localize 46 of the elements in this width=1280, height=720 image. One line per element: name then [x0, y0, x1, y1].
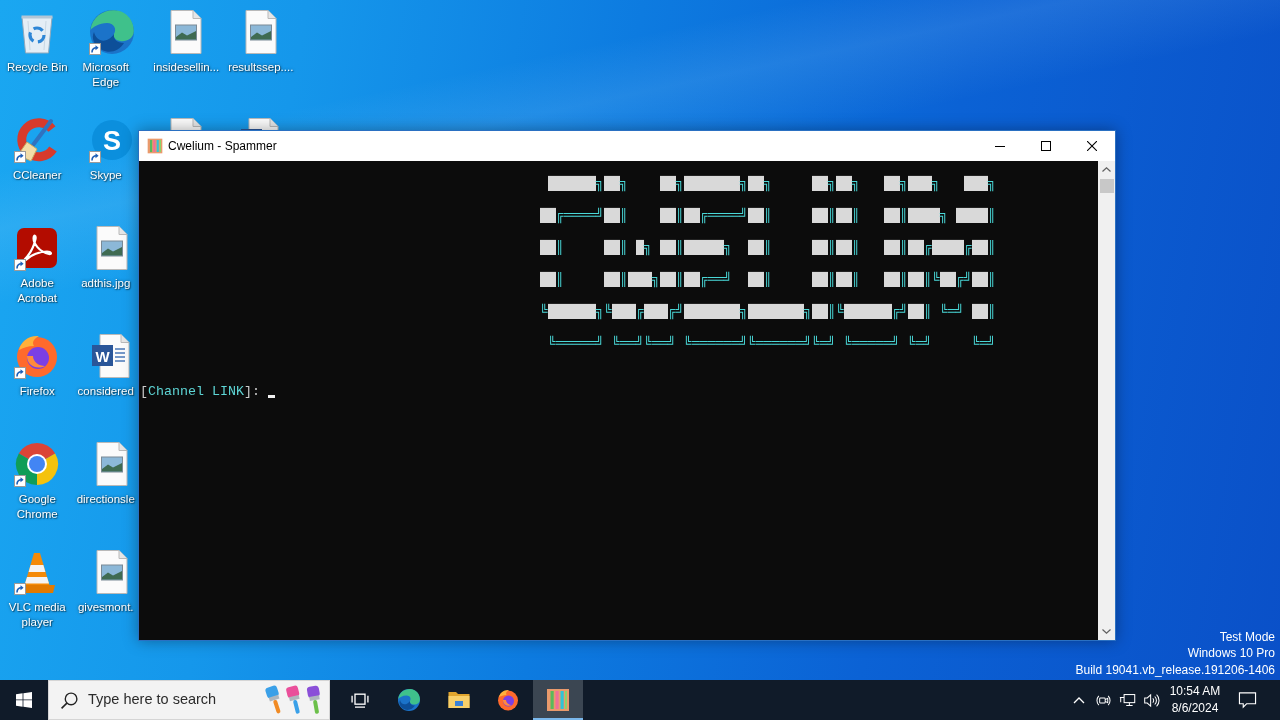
maximize-icon[interactable]: [1041, 141, 1051, 151]
desktop-icon-label[interactable]: Recycle Bin: [6, 60, 68, 75]
caret-down-icon[interactable]: [1102, 629, 1111, 634]
system-info-text: Windows 10 Pro: [1187, 645, 1275, 662]
desktop-icon-label[interactable]: Skype: [89, 168, 122, 183]
scrollbar-track[interactable]: [1098, 161, 1115, 640]
clock-button[interactable]: 10:54 AM 8/6/2024: [1163, 680, 1227, 720]
text-cursor-icon: [267, 395, 275, 398]
caret-up-icon[interactable]: [1102, 167, 1111, 172]
desktop-icon-label[interactable]: considered: [77, 384, 134, 399]
desktop-icon-label[interactable]: VLC media player: [1, 600, 74, 630]
console-prompt: [Channel LINK]:: [140, 384, 260, 400]
network-icon[interactable]: [1118, 691, 1136, 709]
search-box[interactable]: Type here to search: [48, 680, 330, 720]
desktop-icon-label[interactable]: Google Chrome: [1, 492, 74, 522]
start-logo-icon[interactable]: [16, 692, 32, 708]
ascii-art-line: ██╔════╝██║ ██║██╔════╝██║ ██║██║ ██║████╗ ████║: [539, 208, 996, 224]
system-info-text: Test Mode: [1219, 628, 1275, 645]
ascii-art-line: ██████╗██╗ ██╗███████╗██╗ ██╗██╗ ██╗███╗ ███╗: [546, 176, 996, 192]
desktop-icon-label[interactable]: insidesellin...: [153, 60, 220, 75]
swirl-logo-icon[interactable]: [397, 688, 422, 712]
search-input[interactable]: Type here to search: [88, 689, 264, 711]
desktop-icon-label[interactable]: givesmont.: [77, 600, 134, 615]
notification-icon[interactable]: [1237, 691, 1257, 709]
system-info-text: Build 19041.vb_release.191206-1406: [1075, 661, 1275, 678]
volume-icon[interactable]: [1142, 691, 1160, 709]
desktop-icon-label[interactable]: Firefox: [19, 384, 55, 399]
scrollbar-thumb[interactable]: [1099, 179, 1114, 193]
search-icon[interactable]: [60, 690, 79, 710]
striped-tile-icon[interactable]: [545, 688, 570, 712]
fox-globe-logo-icon[interactable]: [496, 688, 521, 712]
desktop-icon-label[interactable]: Adobe Acrobat: [1, 276, 74, 306]
close-icon[interactable]: [1087, 141, 1097, 151]
desktop-icon-label[interactable]: resultssep....: [228, 60, 294, 75]
ascii-art-line: ██║ ██║███╗██║██╔══╝ ██║ ██║██║ ██║██║╚██╔╝██║: [539, 272, 996, 288]
ascii-art-line: ██║ ██║ █╗ ██║█████╗ ██║ ██║██║ ██║██╔████╔██║: [539, 240, 996, 256]
desktop-icon-label[interactable]: adthis.jpg: [81, 276, 131, 291]
desktop-icon-label[interactable]: directionsle: [76, 492, 135, 507]
window-title: Cwelium - Spammer: [168, 138, 277, 155]
ascii-art-line: ╚═════╝ ╚══╝╚══╝ ╚══════╝╚══════╝╚═╝ ╚═════╝ ╚═╝ ╚═╝: [546, 336, 996, 352]
ascii-art-line: ╚██████╗╚███╔███╔╝███████╗███████╗██║╚██████╔╝██║ ╚═╝ ██║: [539, 304, 996, 320]
striped-tile-icon: [147, 138, 163, 154]
desktop-icon-label[interactable]: CCleaner: [12, 168, 62, 183]
chevron-up-icon[interactable]: [1073, 696, 1085, 704]
desktop-icon-label[interactable]: Microsoft Edge: [74, 60, 137, 90]
swirl-logo-icon[interactable]: [87, 8, 136, 56]
